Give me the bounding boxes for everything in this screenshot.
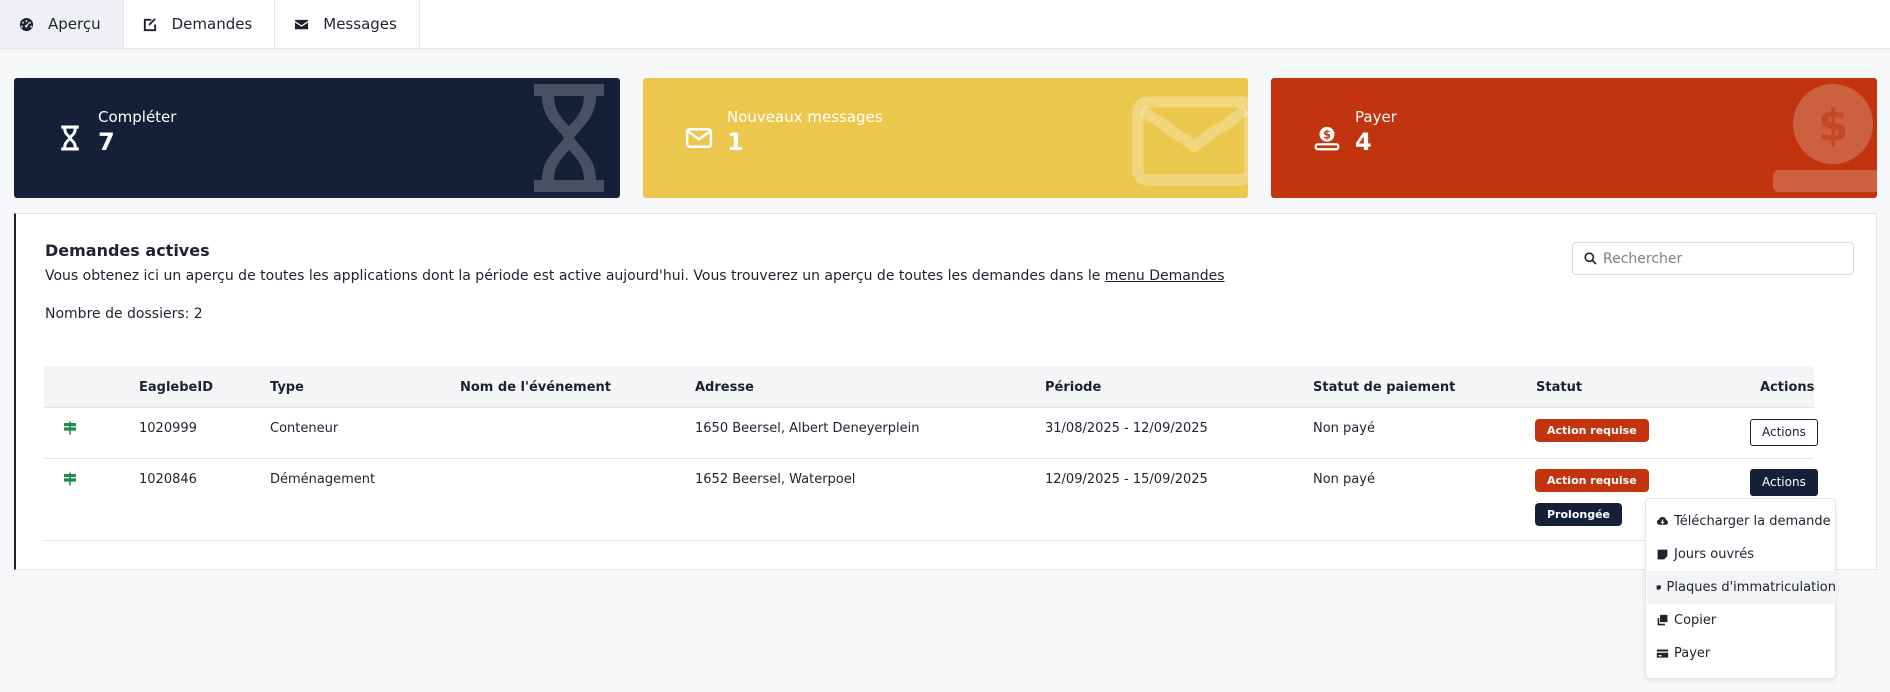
search-input[interactable] bbox=[1603, 250, 1843, 267]
credit-card-icon bbox=[1656, 649, 1669, 658]
hand-coin-icon: $ bbox=[1773, 84, 1877, 192]
edit-icon bbox=[142, 16, 158, 32]
stat-card-complete[interactable]: Compléter 7 bbox=[14, 78, 620, 198]
card-value: 7 bbox=[98, 128, 115, 156]
dossier-count: Nombre de dossiers: 2 bbox=[45, 306, 203, 322]
cell-id: 1020846 bbox=[139, 472, 197, 487]
menu-item-label: Jours ouvrés bbox=[1674, 547, 1754, 562]
menu-item-label: Plaques d'immatriculation bbox=[1666, 580, 1836, 595]
menu-demandes-link[interactable]: menu Demandes bbox=[1105, 268, 1225, 284]
cell-period: 12/09/2025 - 15/09/2025 bbox=[1045, 472, 1208, 487]
hourglass-icon bbox=[42, 116, 98, 160]
envelope-icon bbox=[1132, 96, 1248, 186]
table-row: 1020999 Conteneur 1650 Beersel, Albert D… bbox=[44, 408, 1818, 459]
note-icon bbox=[1657, 549, 1668, 560]
panel-description: Vous obtenez ici un aperçu de toutes les… bbox=[45, 268, 1225, 284]
column-header-status[interactable]: Statut bbox=[1536, 380, 1582, 395]
top-tab-bar: Aperçu Demandes Messages bbox=[0, 0, 1890, 49]
cell-payment-status: Non payé bbox=[1313, 421, 1375, 436]
card-value: 1 bbox=[727, 128, 744, 156]
menu-item-license-plates[interactable]: Plaques d'immatriculation bbox=[1647, 571, 1836, 604]
cloud-download-icon bbox=[1656, 516, 1668, 525]
menu-item-copy[interactable]: Copier bbox=[1647, 604, 1836, 637]
actions-button[interactable]: Actions bbox=[1750, 419, 1818, 446]
tab-messages[interactable]: Messages bbox=[275, 0, 420, 48]
menu-item-download[interactable]: Télécharger la demande bbox=[1647, 505, 1836, 538]
panel-description-text: Vous obtenez ici un aperçu de toutes les… bbox=[45, 268, 1101, 284]
column-header-id[interactable]: EaglebeID bbox=[139, 380, 213, 395]
card-label: Payer bbox=[1355, 108, 1397, 126]
menu-item-label: Télécharger la demande bbox=[1674, 514, 1831, 529]
actions-dropdown-menu: Télécharger la demande Jours ouvrés Plaq… bbox=[1645, 498, 1836, 679]
envelope-icon bbox=[293, 16, 309, 32]
stat-card-pay[interactable]: $ $ Payer 4 bbox=[1271, 78, 1877, 198]
note-icon bbox=[1656, 585, 1661, 590]
column-header-period[interactable]: Période bbox=[1045, 380, 1101, 395]
tab-label: Demandes bbox=[171, 15, 253, 33]
copy-icon bbox=[1657, 614, 1668, 626]
card-value: 4 bbox=[1355, 128, 1372, 156]
menu-item-label: Payer bbox=[1674, 646, 1711, 661]
status-badge: Prolongée bbox=[1535, 503, 1622, 526]
cell-type: Conteneur bbox=[270, 421, 339, 436]
signpost-icon bbox=[64, 421, 76, 435]
table-header: EaglebeID Type Nom de l'événement Adress… bbox=[44, 366, 1814, 408]
menu-item-working-days[interactable]: Jours ouvrés bbox=[1647, 538, 1836, 571]
cell-id: 1020999 bbox=[139, 421, 197, 436]
search-box[interactable] bbox=[1572, 242, 1854, 275]
column-header-event[interactable]: Nom de l'événement bbox=[460, 380, 611, 395]
actions-button[interactable]: Actions bbox=[1750, 469, 1818, 496]
cell-payment-status: Non payé bbox=[1313, 472, 1375, 487]
dashboard-icon bbox=[18, 16, 34, 32]
card-label: Compléter bbox=[98, 108, 177, 126]
tab-apercu[interactable]: Aperçu bbox=[0, 0, 124, 48]
stat-card-new-messages[interactable]: Nouveaux messages 1 bbox=[643, 78, 1248, 198]
cell-address: 1650 Beersel, Albert Deneyerplein bbox=[695, 421, 920, 436]
hourglass-icon bbox=[534, 84, 604, 192]
panel-title: Demandes actives bbox=[45, 241, 210, 260]
status-badge: Action requise bbox=[1535, 419, 1649, 442]
cell-type: Déménagement bbox=[270, 472, 376, 487]
search-icon bbox=[1584, 252, 1597, 265]
card-label: Nouveaux messages bbox=[727, 108, 883, 126]
tab-label: Messages bbox=[323, 15, 397, 33]
status-badge: Action requise bbox=[1535, 469, 1649, 492]
column-header-payment[interactable]: Statut de paiement bbox=[1313, 380, 1455, 395]
column-header-address[interactable]: Adresse bbox=[695, 380, 754, 395]
menu-item-pay[interactable]: Payer bbox=[1647, 637, 1836, 670]
svg-text:$: $ bbox=[1818, 100, 1849, 151]
tab-label: Aperçu bbox=[48, 15, 101, 33]
cell-address: 1652 Beersel, Waterpoel bbox=[695, 472, 856, 487]
column-header-type[interactable]: Type bbox=[270, 380, 304, 395]
table-row: 1020846 Déménagement 1652 Beersel, Water… bbox=[44, 459, 1818, 541]
cell-period: 31/08/2025 - 12/09/2025 bbox=[1045, 421, 1208, 436]
hand-coin-icon: $ bbox=[1299, 116, 1355, 160]
svg-text:$: $ bbox=[1323, 128, 1331, 141]
signpost-icon bbox=[64, 472, 76, 486]
column-header-actions: Actions bbox=[1760, 380, 1815, 395]
menu-item-label: Copier bbox=[1674, 613, 1717, 628]
envelope-icon bbox=[671, 116, 727, 160]
tab-demandes[interactable]: Demandes bbox=[124, 0, 276, 48]
